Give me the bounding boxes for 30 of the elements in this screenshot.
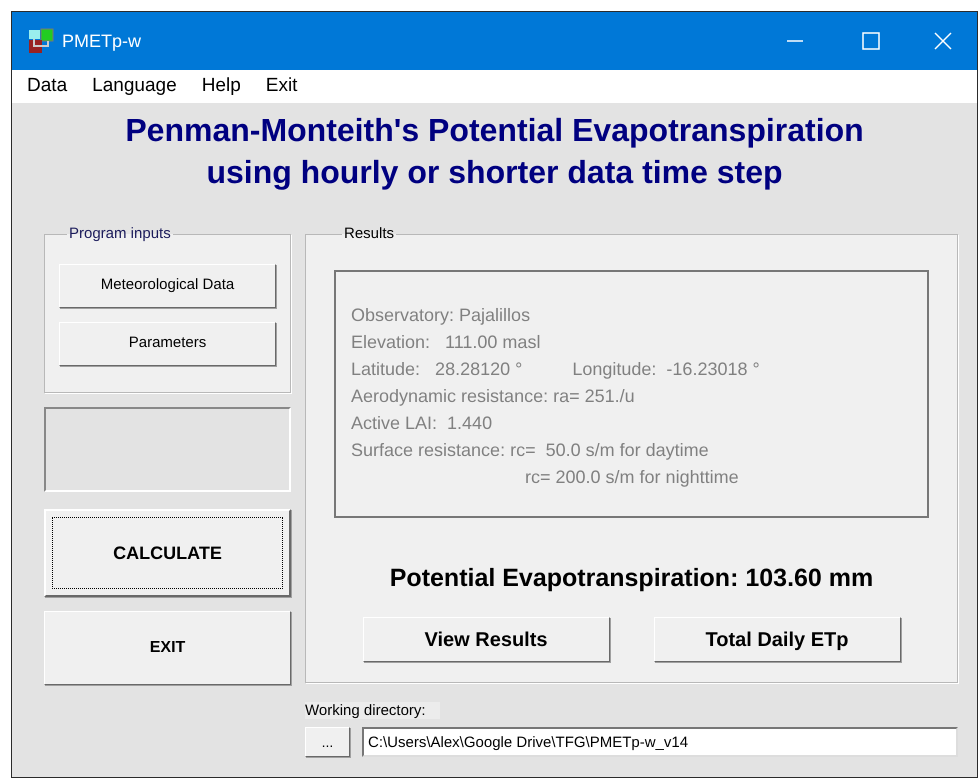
app-heading: using hourly or shorter data time step xyxy=(206,153,783,192)
result-button[interactable]: Total Daily ETp xyxy=(654,617,900,662)
info-line: Aerodynamic resistance: ra= 251./u xyxy=(351,386,635,406)
window-title: PMETp-w xyxy=(62,30,142,53)
info-line: Longitude: -16.23018 ° xyxy=(572,358,760,381)
directory-field[interactable]: C:\Users\Alex\Google Drive\TFG\PMETp-w_v14 xyxy=(362,727,958,757)
app-icon xyxy=(28,28,54,54)
maximize-icon[interactable] xyxy=(861,31,881,51)
info-line: Latitude: 28.28120 ° xyxy=(351,358,522,380)
group-title: Program inputs xyxy=(68,224,172,244)
info-line: rc= 200.0 s/m for nighttime xyxy=(525,466,739,486)
app-heading: Penman-Monteith's Potential Evapotranspiration xyxy=(125,111,864,150)
menu-item[interactable]: Data xyxy=(27,72,68,101)
info-line: Observatory: Pajalillos xyxy=(351,304,530,324)
input-button[interactable]: Parameters xyxy=(59,322,276,366)
menu-item[interactable]: Help xyxy=(202,72,241,101)
info-line: Surface resistance: rc= 50.0 s/m for daytime xyxy=(351,440,709,460)
directory-label: Working directory: xyxy=(305,702,440,719)
close-icon[interactable] xyxy=(933,31,953,51)
action-button[interactable]: CALCULATE xyxy=(44,509,291,597)
menu-item[interactable]: Exit xyxy=(266,72,298,101)
info-line: Elevation: 111.00 masl xyxy=(351,332,540,352)
result-button[interactable]: View Results xyxy=(362,617,610,662)
menu-item[interactable]: Language xyxy=(92,72,177,101)
info-line: Active LAI: 1.440 xyxy=(351,412,492,432)
result-total: Potential Evapotranspiration: 103.60 mm xyxy=(390,562,874,594)
browse-button[interactable]: ... xyxy=(305,727,350,757)
group-title: Results xyxy=(343,224,396,244)
action-button[interactable]: EXIT xyxy=(44,611,291,685)
input-button[interactable]: Meteorological Data xyxy=(59,264,276,308)
